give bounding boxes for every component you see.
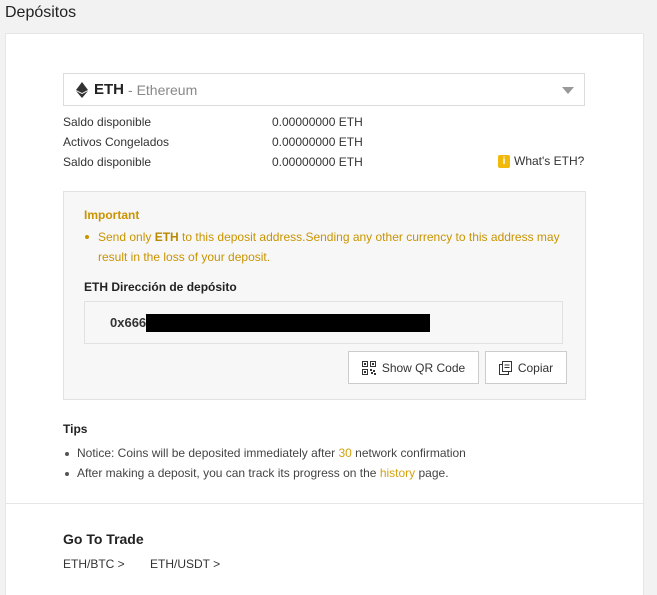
show-qr-code-button[interactable]: Show QR Code	[348, 351, 479, 384]
balance-value-available: 0.00000000 ETH	[272, 115, 363, 129]
balance-label-frozen: Activos Congelados	[63, 135, 170, 149]
show-qr-code-label: Show QR Code	[381, 360, 466, 375]
important-title: Important	[84, 208, 140, 222]
go-to-trade-title: Go To Trade	[63, 531, 144, 547]
qr-code-icon	[361, 360, 376, 375]
deposit-card: ETH - Ethereum Saldo disponible 0.000000…	[5, 33, 644, 503]
tip-history: After making a deposit, you can track it…	[63, 466, 449, 480]
trade-pair-eth-btc[interactable]: ETH/BTC >	[63, 557, 125, 571]
history-link[interactable]: history	[380, 466, 415, 480]
deposit-address-value: 0x666	[110, 315, 147, 330]
copy-icon	[498, 360, 512, 375]
currency-code: ETH	[94, 81, 124, 98]
tips-title: Tips	[63, 422, 88, 436]
copy-button[interactable]: Copiar	[485, 351, 567, 384]
important-notice: Send only ETH to this deposit address.Se…	[84, 227, 574, 267]
currency-select[interactable]: ETH - Ethereum	[63, 73, 585, 106]
currency-name-prefix: - Ethereum	[128, 81, 198, 98]
whats-eth-label: What's ETH?	[514, 154, 585, 168]
page-title: Depósitos	[5, 4, 77, 21]
deposit-address-label: ETH Dirección de depósito	[84, 280, 237, 294]
redaction-bar	[146, 313, 431, 332]
ethereum-icon	[76, 81, 88, 98]
balance-value-frozen: 0.00000000 ETH	[272, 135, 363, 149]
info-icon: i	[498, 154, 510, 168]
balance-label-available-2: Saldo disponible	[63, 155, 152, 169]
trade-pair-eth-usdt[interactable]: ETH/USDT >	[150, 557, 220, 571]
deposit-address-box: Important Send only ETH to this deposit …	[63, 191, 586, 400]
tip-confirmations: Notice: Coins will be deposited immediat…	[63, 446, 466, 460]
go-to-trade-section: Go To Trade ETH/BTC > ETH/USDT >	[5, 503, 644, 595]
balance-label-available: Saldo disponible	[63, 115, 152, 129]
balance-value-available-2: 0.00000000 ETH	[272, 155, 363, 169]
chevron-down-icon[interactable]	[562, 87, 574, 94]
deposit-address-field[interactable]: 0x666	[84, 301, 563, 344]
whats-eth-link[interactable]: i What's ETH?	[498, 154, 584, 168]
copy-label: Copiar	[517, 360, 554, 375]
